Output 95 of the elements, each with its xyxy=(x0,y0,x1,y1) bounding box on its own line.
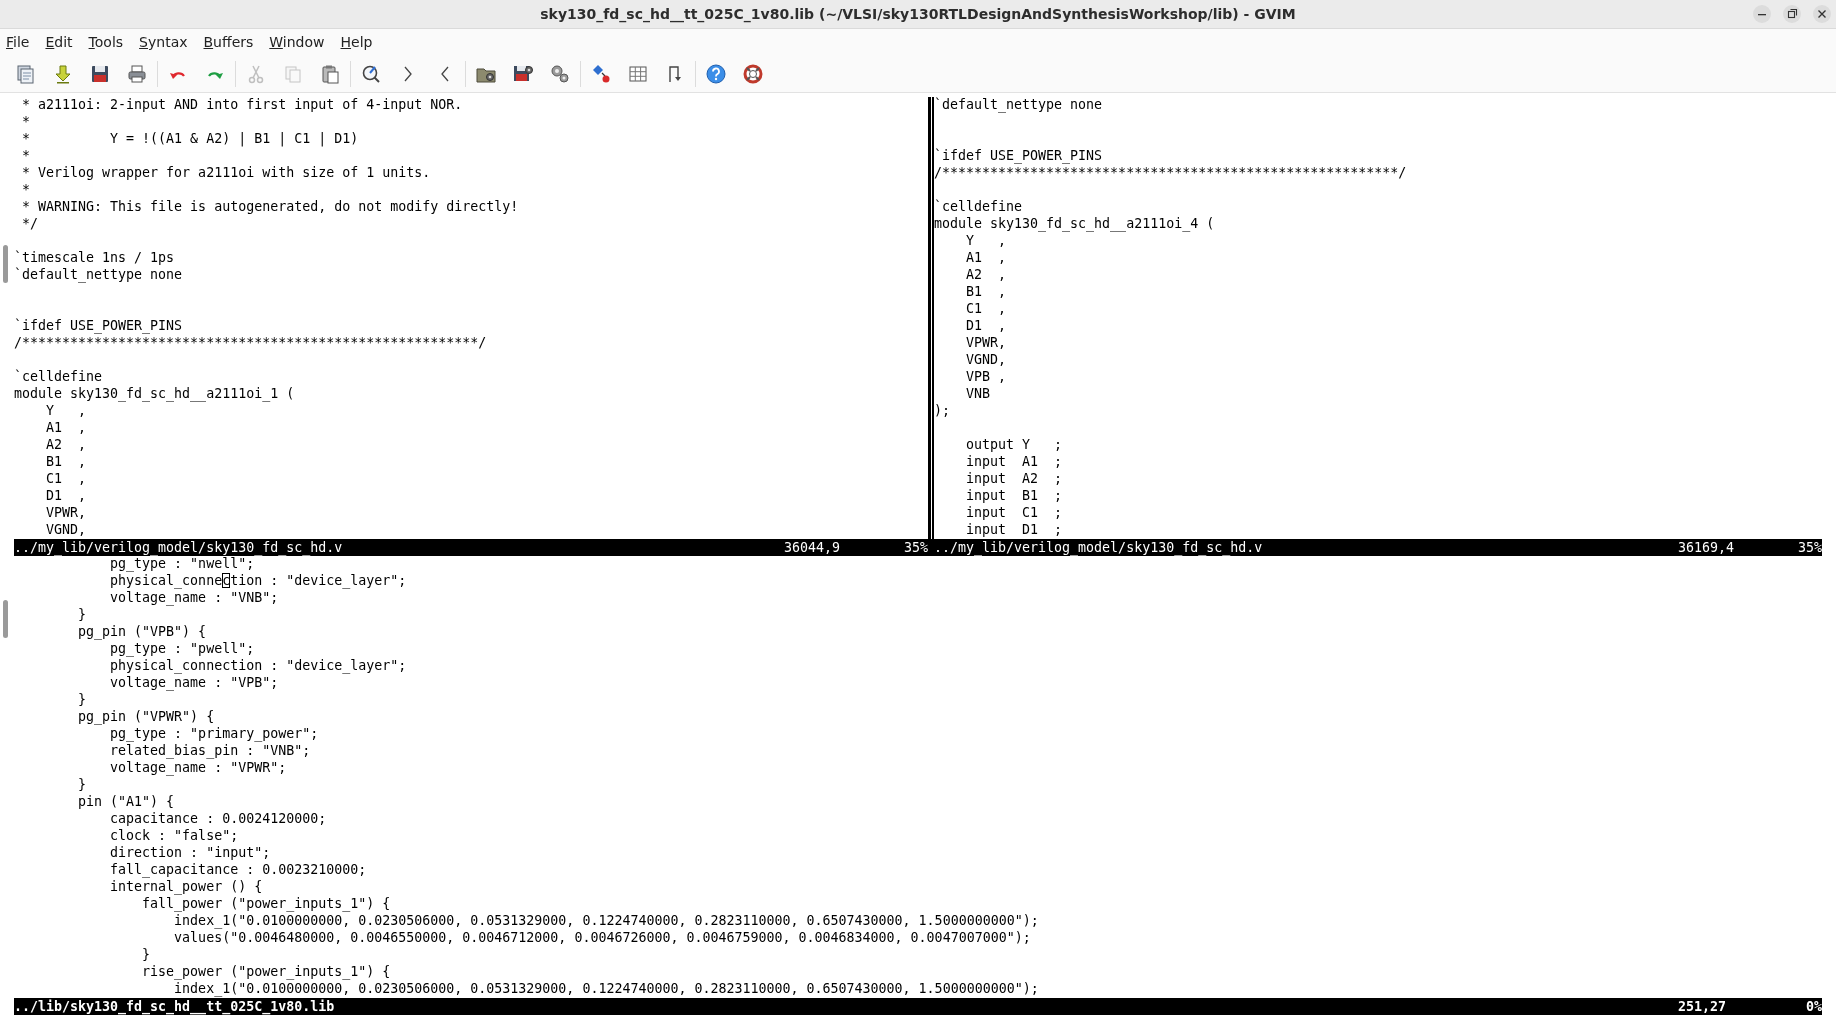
menu-item[interactable]: Syntax xyxy=(133,34,194,50)
code-line: pg_type : "pwell"; xyxy=(109,641,256,658)
code-line: fall_capacitance : 0.0023210000; xyxy=(109,862,368,879)
code-line: `timescale 1ns / 1ps xyxy=(14,250,176,267)
code-line: VGND, xyxy=(965,352,1008,369)
code-line: * Verilog wrapper for a2111oi with size of 1 units. xyxy=(21,165,432,182)
code-line: `celldefine xyxy=(934,199,1024,216)
code-line: rise_power ("power_inputs_1") { xyxy=(141,964,392,981)
file-path: ../my_lib/verilog_model/sky130_fd_sc_hd.v xyxy=(14,540,344,555)
code-line: fall_power ("power_inputs_1") { xyxy=(141,896,392,913)
code-line: A1 , xyxy=(965,250,1008,267)
cursor-position: 251,27 xyxy=(1677,999,1727,1014)
cursor-position: 36044,9 xyxy=(783,540,841,555)
close-button[interactable] xyxy=(1812,4,1832,24)
code-line: VPB , xyxy=(965,369,1008,386)
code-line: /*********************************************************/ xyxy=(14,335,488,352)
code-line: VPWR, xyxy=(45,505,88,522)
scroll-percent: 0% xyxy=(1805,999,1822,1014)
scrollbar-thumb[interactable] xyxy=(3,245,8,283)
code-line: `celldefine xyxy=(14,369,104,386)
code-line: index_1("0.0100000000, 0.0230506000, 0.0531329000, 0.1224740000, 0.2823110000, 0.6507430000, 1.5000000000"); xyxy=(173,981,1040,998)
code-line: clock : "false"; xyxy=(109,828,240,845)
code-line: D1 , xyxy=(965,318,1008,335)
code-line: voltage_name : "VPB"; xyxy=(109,675,280,692)
code-line: } xyxy=(141,947,152,964)
code-line: pg_pin ("VPB") { xyxy=(77,624,208,641)
code-line: C1 , xyxy=(45,471,88,488)
code-line: values("0.0046480000, 0.0046550000, 0.0046712000, 0.0046726000, 0.0046759000, 0.0046834000, 0.0047007000"); xyxy=(173,930,1032,947)
code-line: * a2111oi: 2-input AND into first input of 4-input NOR. xyxy=(21,97,464,114)
code-line: module sky130_fd_sc_hd__a2111oi_4 ( xyxy=(934,216,1216,233)
printer-icon[interactable] xyxy=(126,62,148,85)
code-line: * xyxy=(21,148,31,165)
code-line: `default_nettype none xyxy=(934,97,1104,114)
code-line: index_1("0.0100000000, 0.0230506000, 0.0531329000, 0.1224740000, 0.2823110000, 0.6507430000, 1.5000000000"); xyxy=(173,913,1040,930)
code-line: */ xyxy=(21,216,40,233)
file-path: ../my_lib/verilog_model/sky130_fd_sc_hd.v xyxy=(934,540,1264,555)
code-line: input A2 ; xyxy=(965,471,1064,488)
scroll-percent: 35% xyxy=(902,540,928,555)
code-line: `ifdef USE_POWER_PINS xyxy=(14,318,184,335)
code-line: * WARNING: This file is autogenerated, do not modify directly! xyxy=(21,199,520,216)
code-line: } xyxy=(77,692,88,709)
code-line: internal_power () { xyxy=(109,879,264,896)
code-line: B1 , xyxy=(45,454,88,471)
code-line: } xyxy=(77,607,88,624)
document-stack-icon[interactable] xyxy=(15,62,37,85)
scroll-percent: 35% xyxy=(1796,540,1822,555)
code-line: related_bias_pin : "VNB"; xyxy=(109,743,312,760)
code-line: input C1 ; xyxy=(965,505,1064,522)
code-line: `default_nettype none xyxy=(14,267,184,284)
window-title: sky130_fd_sc_hd__tt_025C_1v80.lib (~/VLSI/sky130RTLDesignAndSynthesisWorkshop/lib) - GVIM xyxy=(540,6,1296,22)
menu-item[interactable]: Window xyxy=(263,34,331,50)
file-path: ../lib/sky130_fd_sc_hd__tt_025C_1v80.lib xyxy=(14,999,336,1014)
restore-button[interactable] xyxy=(1782,4,1802,24)
code-line: input B1 ; xyxy=(965,488,1064,505)
code-line: A2 , xyxy=(45,437,88,454)
code-line: direction : "input"; xyxy=(109,845,272,862)
menu-item[interactable]: Edit xyxy=(39,34,79,50)
menu-item[interactable]: Help xyxy=(334,34,379,50)
code-line: A2 , xyxy=(965,267,1008,284)
code-line: VGND, xyxy=(45,522,88,539)
code-line: pin ("A1") { xyxy=(77,794,176,811)
code-line: * xyxy=(21,182,31,199)
code-line: input D1 ; xyxy=(965,522,1064,539)
code-line: C1 , xyxy=(965,301,1008,318)
code-line: pg_type : "nwell"; xyxy=(109,556,256,573)
code-line: `ifdef USE_POWER_PINS xyxy=(934,148,1104,165)
code-line: Y , xyxy=(965,233,1008,250)
code-line: /*********************************************************/ xyxy=(934,165,1408,182)
code-line: voltage_name : "VPWR"; xyxy=(109,760,288,777)
code-line: physical_connection : "device_layer"; xyxy=(109,658,408,675)
gears-icon[interactable] xyxy=(549,62,571,85)
code-line: pg_type : "primary_power"; xyxy=(109,726,320,743)
code-line: capacitance : 0.0024120000; xyxy=(109,811,328,828)
code-line: A1 , xyxy=(45,420,88,437)
scrollbar-thumb[interactable] xyxy=(3,600,8,638)
menu-item[interactable]: File xyxy=(0,34,36,50)
code-line: module sky130_fd_sc_hd__a2111oi_1 ( xyxy=(14,386,296,403)
code-line: * xyxy=(21,114,31,131)
help-icon[interactable] xyxy=(705,62,727,85)
code-line: input A1 ; xyxy=(965,454,1064,471)
menu-item[interactable]: Buffers xyxy=(197,34,260,50)
code-line: VNB xyxy=(965,386,992,403)
code-line: ); xyxy=(934,403,951,420)
code-line: B1 , xyxy=(965,284,1008,301)
menu-item[interactable]: Tools xyxy=(82,34,130,50)
code-line: pg_pin ("VPWR") { xyxy=(77,709,216,726)
code-line: output Y ; xyxy=(965,437,1064,454)
code-line: VPWR, xyxy=(965,335,1008,352)
code-line: Y , xyxy=(45,403,88,420)
code-line: } xyxy=(77,777,88,794)
cursor-position: 36169,4 xyxy=(1677,540,1735,555)
code-line: voltage_name : "VNB"; xyxy=(109,590,280,607)
code-line: D1 , xyxy=(45,488,88,505)
lifebuoy-icon[interactable] xyxy=(742,62,764,85)
code-line: * Y = !((A1 & A2) | B1 | C1 | D1) xyxy=(21,131,360,148)
